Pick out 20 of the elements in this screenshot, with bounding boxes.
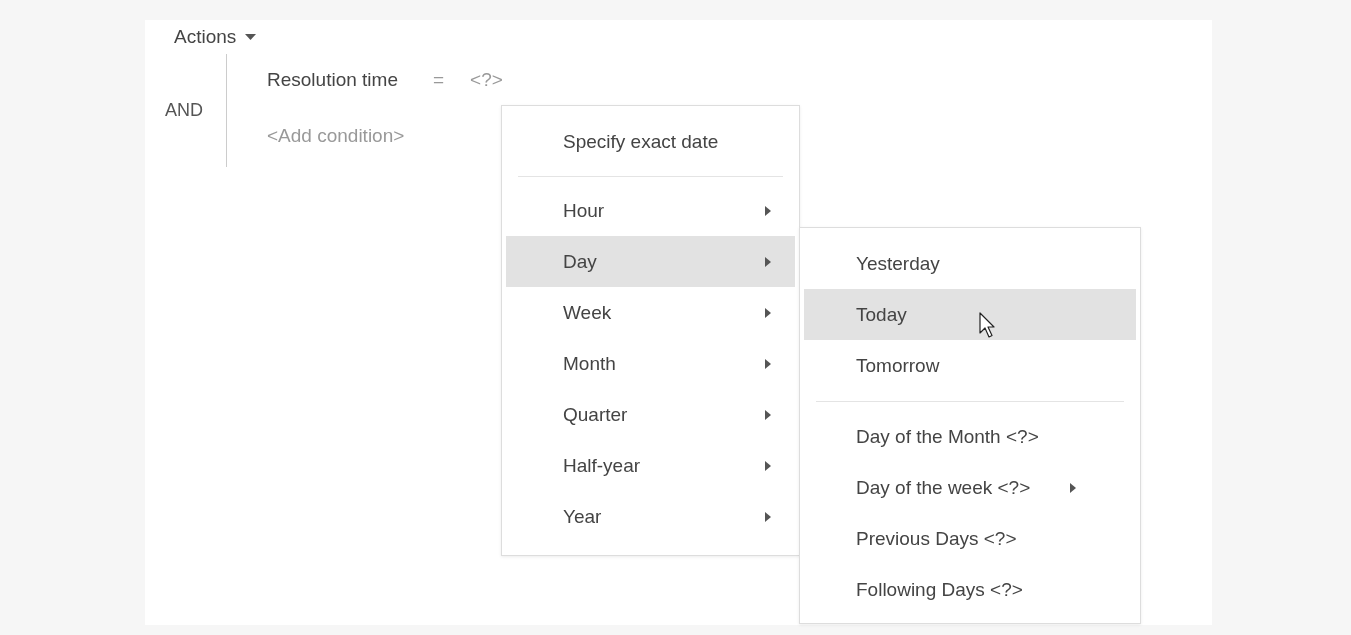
menu-item[interactable]: Month [506, 338, 795, 389]
menu-item[interactable]: Year [506, 491, 795, 542]
menu-item[interactable]: Specify exact date [506, 116, 795, 167]
menu-item[interactable]: Quarter [506, 389, 795, 440]
caret-icon [245, 34, 257, 40]
condition-field[interactable]: Resolution time [267, 69, 398, 91]
cursor-icon [979, 312, 995, 338]
menu-item[interactable]: Previous Days <?> [804, 513, 1136, 564]
menu-item[interactable]: Day [506, 236, 795, 287]
group-operator[interactable]: AND [165, 100, 203, 121]
actions-button[interactable]: Actions [169, 24, 262, 50]
menu-item[interactable]: Week [506, 287, 795, 338]
menu-item[interactable]: Yesterday [804, 238, 1136, 289]
menu-item[interactable]: Half-year [506, 440, 795, 491]
menu-item[interactable]: Day of the week <?> [804, 462, 1136, 513]
menu-item[interactable]: Tomorrow [804, 340, 1136, 391]
menu-item[interactable]: Day of the Month <?> [804, 411, 1136, 462]
menu-item[interactable]: Hour [506, 185, 795, 236]
menu-item[interactable]: Following Days <?> [804, 564, 1136, 615]
menu-item[interactable]: Today [804, 289, 1136, 340]
